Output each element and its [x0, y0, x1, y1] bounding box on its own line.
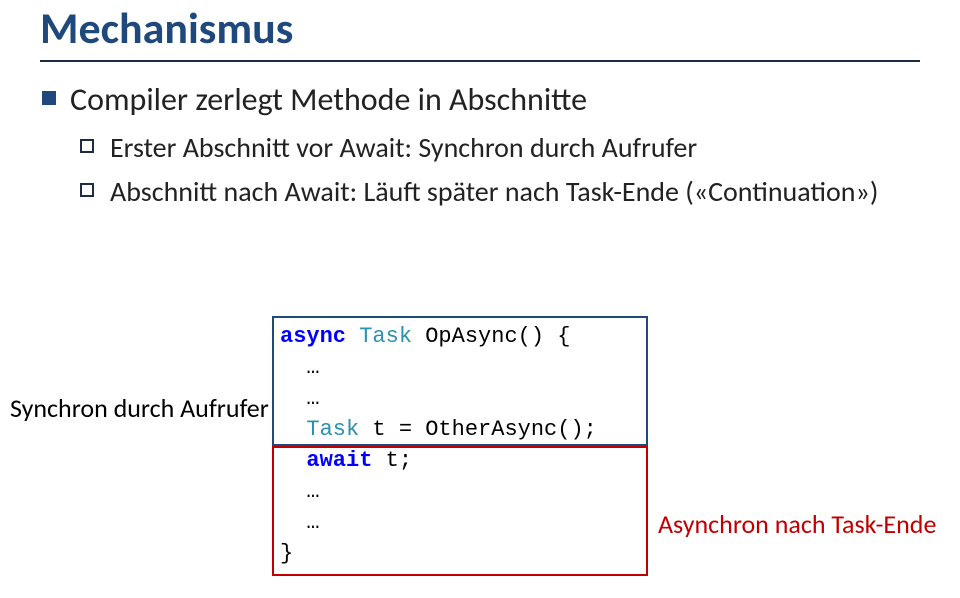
async-end-label: Asynchron nach Task-Ende [658, 508, 936, 540]
bullet-level2-a: Erster Abschnitt vor Await: Synchron dur… [40, 129, 920, 167]
ellipsis-2: … [306, 386, 319, 411]
fn-sig: OpAsync() { [412, 324, 570, 349]
bullet-list: Compiler zerlegt Methode in Abschnitte E… [40, 80, 920, 211]
ellipsis-4: … [306, 510, 319, 535]
decl-tail: t = OtherAsync(); [359, 417, 597, 442]
code-pre: async Task OpAsync() { … … Task t = Othe… [280, 321, 646, 569]
type-task: Task [359, 324, 412, 349]
bullet-level1: Compiler zerlegt Methode in Abschnitte [40, 80, 920, 119]
caller-label: Synchron durch Aufrufer [10, 392, 269, 424]
kw-await: await [306, 448, 372, 473]
type-task-2: Task [306, 417, 359, 442]
kw-async: async [280, 324, 346, 349]
bullet-level2-b: Abschnitt nach Await: Läuft später nach … [40, 173, 920, 211]
slide: Mechanismus Compiler zerlegt Methode in … [0, 0, 960, 598]
ellipsis-1: … [306, 355, 319, 380]
code-block: async Task OpAsync() { … … Task t = Othe… [280, 321, 646, 569]
title-divider [40, 60, 920, 62]
ellipsis-3: … [306, 479, 319, 504]
close-brace: } [280, 541, 293, 566]
page-title: Mechanismus [40, 0, 920, 50]
await-tail: t; [372, 448, 412, 473]
